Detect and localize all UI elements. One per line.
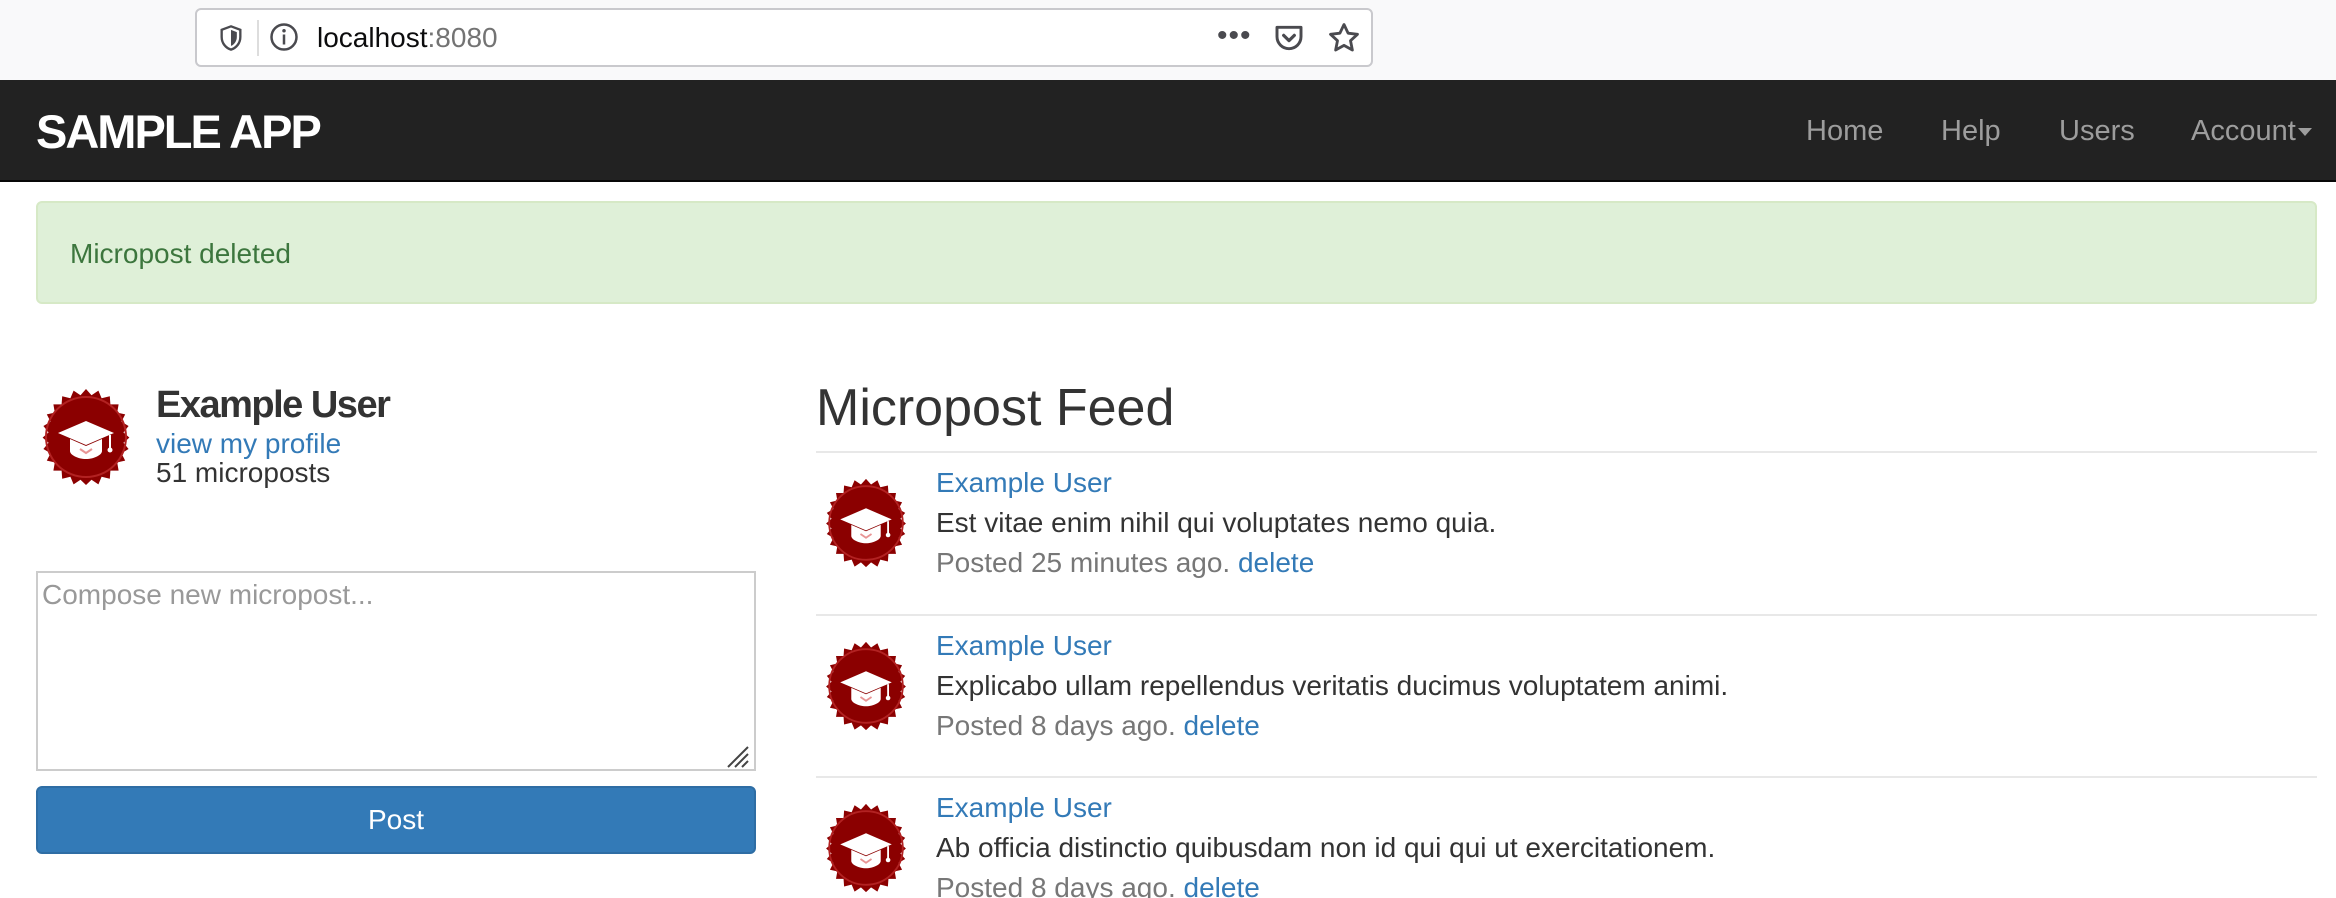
resize-handle-icon[interactable] <box>722 741 750 769</box>
feed-item: Example User Est vitae enim nihil qui vo… <box>816 453 2317 615</box>
flash-message: Micropost deleted <box>70 238 292 269</box>
feed-item-user-link[interactable]: Example User <box>936 792 1112 824</box>
feed-item-timestamp: Posted 8 days ago. delete <box>936 872 1260 898</box>
micropost-count: 51 microposts <box>156 457 331 488</box>
nav-help[interactable]: Help <box>1941 114 2001 148</box>
feed-item-delete-link[interactable]: delete <box>1238 547 1314 578</box>
address-separator <box>257 20 259 56</box>
post-button[interactable]: Post <box>36 786 756 854</box>
nav-account-dropdown[interactable]: Account <box>2191 114 2312 148</box>
main-navbar: SAMPLE APP Home Help Users Account <box>0 80 2336 182</box>
feed-item-delete-link[interactable]: delete <box>1184 872 1260 898</box>
info-icon[interactable] <box>269 22 299 52</box>
page-actions-menu-icon[interactable]: ••• <box>1217 18 1252 54</box>
nav-account-label: Account <box>2191 115 2296 147</box>
bookmark-star-icon[interactable] <box>1327 21 1361 55</box>
feed-item-posted: Posted 25 minutes ago. <box>936 547 1231 578</box>
nav-users[interactable]: Users <box>2059 114 2135 148</box>
user-avatar[interactable] <box>36 387 136 487</box>
feed-item-posted: Posted 8 days ago. <box>936 710 1176 741</box>
caret-down-icon <box>2297 128 2312 137</box>
feed-item-posted: Posted 8 days ago. <box>936 872 1176 898</box>
feed-item: Example User Ab officia distinctio quibu… <box>816 778 2317 898</box>
url-port: :8080 <box>427 22 498 53</box>
feed-item-content: Explicabo ullam repellendus veritatis du… <box>936 670 1729 701</box>
compose-micropost-input[interactable] <box>36 571 756 771</box>
feed-item-avatar[interactable] <box>820 640 912 732</box>
feed-item-timestamp: Posted 8 days ago. delete <box>936 710 1260 742</box>
feed-item-user-link[interactable]: Example User <box>936 467 1112 499</box>
brand-logo[interactable]: SAMPLE APP <box>36 106 322 158</box>
flash-alert-success: Micropost deleted <box>36 201 2317 304</box>
feed-item-user-link[interactable]: Example User <box>936 630 1112 662</box>
view-profile-link[interactable]: view my profile <box>156 428 341 460</box>
feed-item-delete-link[interactable]: delete <box>1184 710 1260 741</box>
sidebar-user-name: Example User <box>156 384 391 426</box>
feed-title: Micropost Feed <box>816 379 1175 437</box>
browser-toolbar: localhost:8080 ••• <box>0 0 2336 80</box>
feed-item-avatar[interactable] <box>820 802 912 894</box>
shield-icon[interactable] <box>217 24 245 52</box>
address-bar[interactable]: localhost:8080 ••• <box>195 8 1373 67</box>
feed-item-content: Ab officia distinctio quibusdam non id q… <box>936 832 1716 863</box>
feed-item-timestamp: Posted 25 minutes ago. delete <box>936 547 1314 579</box>
feed-item: Example User Explicabo ullam repellendus… <box>816 616 2317 778</box>
feed-item-avatar[interactable] <box>820 477 912 569</box>
pocket-icon[interactable] <box>1272 22 1306 54</box>
nav-home[interactable]: Home <box>1806 114 1883 148</box>
url-text[interactable]: localhost:8080 <box>317 22 498 54</box>
url-host: localhost <box>317 22 428 53</box>
feed-item-content: Est vitae enim nihil qui voluptates nemo… <box>936 507 1497 538</box>
